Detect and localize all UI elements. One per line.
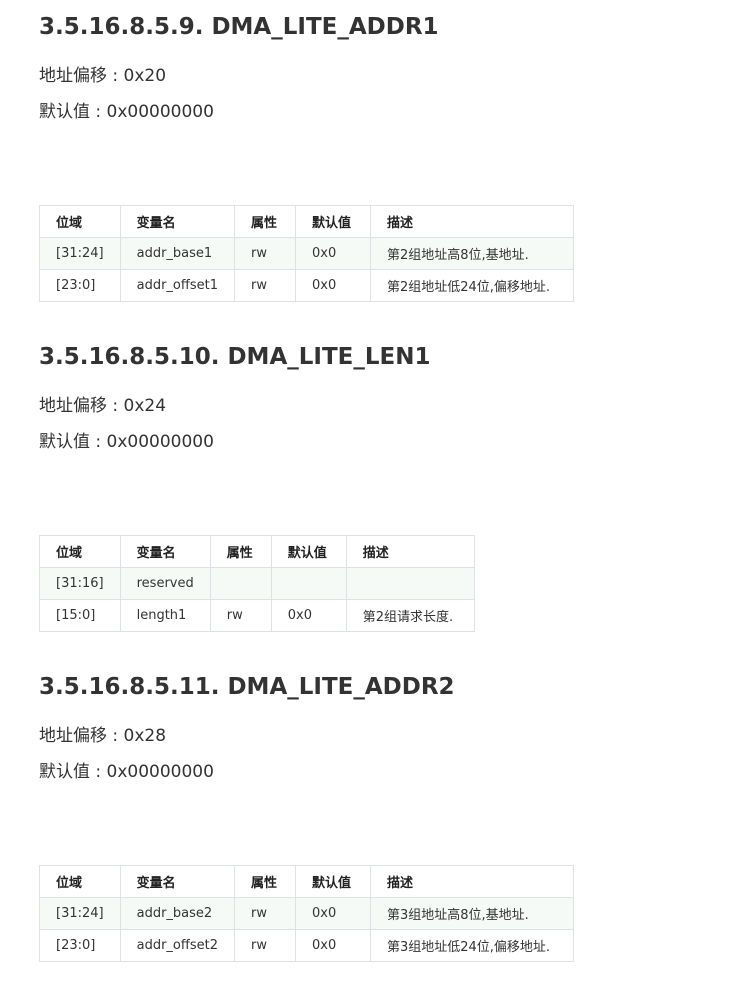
cell-bitfield: [15:0] xyxy=(39,599,121,632)
default-value: 默认值 : 0x00000000 xyxy=(39,432,214,452)
header-variable: 变量名 xyxy=(119,535,211,568)
default-value: 默认值 : 0x00000000 xyxy=(39,762,214,782)
cell-variable: addr_offset1 xyxy=(119,269,235,302)
cell-description: 第3组地址低24位,偏移地址. xyxy=(369,929,574,962)
cell-default: 0x0 xyxy=(294,237,371,270)
cell-attribute: rw xyxy=(233,897,296,930)
cell-default: 0x0 xyxy=(294,269,371,302)
cell-description: 第2组请求长度. xyxy=(345,599,475,632)
header-description: 描述 xyxy=(345,535,475,568)
address-offset: 地址偏移 : 0x24 xyxy=(39,396,167,416)
header-attribute: 属性 xyxy=(233,865,296,898)
cell-description: 第2组地址低24位,偏移地址. xyxy=(369,269,574,302)
address-offset: 地址偏移 : 0x20 xyxy=(39,66,167,86)
table-row: [15:0] length1 rw 0x0 第2组请求长度. xyxy=(39,599,475,632)
section-title: 3.5.16.8.5.11. DMA_LITE_ADDR2 xyxy=(39,674,455,700)
cell-variable: reserved xyxy=(119,567,211,600)
cell-bitfield: [31:24] xyxy=(39,897,121,930)
cell-description xyxy=(345,567,475,600)
table-header-row: 位域 变量名 属性 默认值 描述 xyxy=(39,205,574,238)
cell-attribute: rw xyxy=(233,237,296,270)
cell-default: 0x0 xyxy=(270,599,347,632)
cell-attribute: rw xyxy=(233,929,296,962)
table-row: [23:0] addr_offset2 rw 0x0 第3组地址低24位,偏移地… xyxy=(39,929,574,962)
register-table: 位域 变量名 属性 默认值 描述 [31:16] reserved [15:0]… xyxy=(39,535,475,632)
cell-bitfield: [31:24] xyxy=(39,237,121,270)
register-section-dma-lite-len1: 3.5.16.8.5.10. DMA_LITE_LEN1 地址偏移 : 0x24… xyxy=(39,343,475,632)
header-default: 默认值 xyxy=(270,535,347,568)
header-description: 描述 xyxy=(369,205,574,238)
table-row: [31:24] addr_base2 rw 0x0 第3组地址高8位,基地址. xyxy=(39,897,574,930)
cell-bitfield: [23:0] xyxy=(39,269,121,302)
header-description: 描述 xyxy=(369,865,574,898)
header-bitfield: 位域 xyxy=(39,865,121,898)
table-header-row: 位域 变量名 属性 默认值 描述 xyxy=(39,865,574,898)
header-bitfield: 位域 xyxy=(39,205,121,238)
cell-variable: addr_offset2 xyxy=(119,929,235,962)
address-offset: 地址偏移 : 0x28 xyxy=(39,726,167,746)
default-value: 默认值 : 0x00000000 xyxy=(39,102,214,122)
register-table: 位域 变量名 属性 默认值 描述 [31:24] addr_base1 rw 0… xyxy=(39,205,574,302)
cell-description: 第3组地址高8位,基地址. xyxy=(369,897,574,930)
cell-attribute xyxy=(209,567,272,600)
section-title: 3.5.16.8.5.10. DMA_LITE_LEN1 xyxy=(39,344,431,370)
table-row: [31:24] addr_base1 rw 0x0 第2组地址高8位,基地址. xyxy=(39,237,574,270)
cell-default xyxy=(270,567,347,600)
cell-attribute: rw xyxy=(209,599,272,632)
cell-variable: addr_base1 xyxy=(119,237,235,270)
cell-attribute: rw xyxy=(233,269,296,302)
table-row: [31:16] reserved xyxy=(39,567,475,600)
cell-description: 第2组地址高8位,基地址. xyxy=(369,237,574,270)
table-row: [23:0] addr_offset1 rw 0x0 第2组地址低24位,偏移地… xyxy=(39,269,574,302)
register-section-dma-lite-addr1: 3.5.16.8.5.9. DMA_LITE_ADDR1 地址偏移 : 0x20… xyxy=(39,13,574,302)
cell-variable: length1 xyxy=(119,599,211,632)
table-header-row: 位域 变量名 属性 默认值 描述 xyxy=(39,535,475,568)
header-attribute: 属性 xyxy=(209,535,272,568)
header-variable: 变量名 xyxy=(119,865,235,898)
cell-default: 0x0 xyxy=(294,897,371,930)
header-attribute: 属性 xyxy=(233,205,296,238)
register-table: 位域 变量名 属性 默认值 描述 [31:24] addr_base2 rw 0… xyxy=(39,865,574,962)
cell-default: 0x0 xyxy=(294,929,371,962)
cell-variable: addr_base2 xyxy=(119,897,235,930)
cell-bitfield: [31:16] xyxy=(39,567,121,600)
section-title: 3.5.16.8.5.9. DMA_LITE_ADDR1 xyxy=(39,14,439,40)
cell-bitfield: [23:0] xyxy=(39,929,121,962)
register-section-dma-lite-addr2: 3.5.16.8.5.11. DMA_LITE_ADDR2 地址偏移 : 0x2… xyxy=(39,673,574,962)
header-variable: 变量名 xyxy=(119,205,235,238)
header-default: 默认值 xyxy=(294,205,371,238)
header-default: 默认值 xyxy=(294,865,371,898)
header-bitfield: 位域 xyxy=(39,535,121,568)
